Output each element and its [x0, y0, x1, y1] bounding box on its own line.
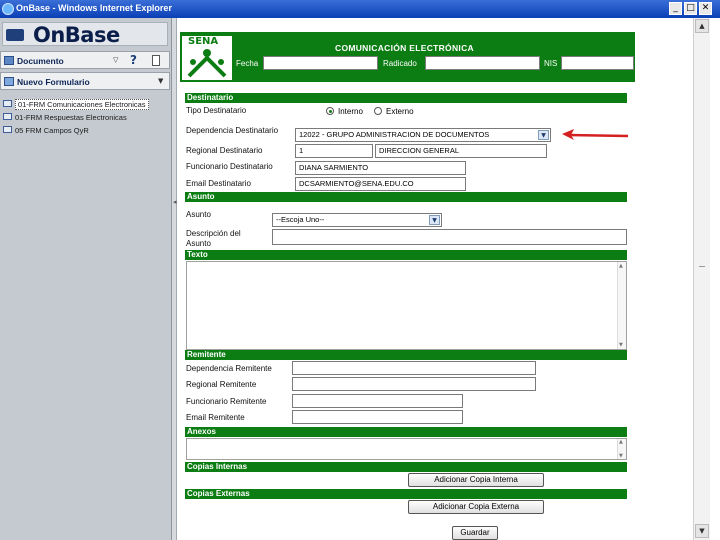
internet-explorer-icon	[2, 3, 14, 15]
electronic-communication-form: SENA COMUNICACIÓN ELECTRÓNICA Fecha Radi…	[180, 32, 635, 540]
chevron-down-icon[interactable]: ▼	[538, 130, 549, 140]
funcionario-remitente-label: Funcionario Remitente	[186, 397, 267, 406]
close-button[interactable]: ✕	[699, 2, 712, 15]
radio-interno-label: Interno	[338, 107, 363, 116]
chevron-down-icon[interactable]: ▽	[113, 56, 118, 64]
radio-externo[interactable]	[374, 107, 382, 115]
radicado-label: Radicado	[383, 59, 417, 68]
radio-interno[interactable]	[326, 107, 334, 115]
email-destinatario-field[interactable]: DCSARMIENTO@SENA.EDU.CO	[295, 177, 466, 191]
help-icon[interactable]: ?	[130, 53, 137, 67]
asunto-label: Asunto	[186, 210, 211, 219]
texto-scrollbar[interactable]: ▲ ▼	[617, 262, 626, 349]
add-internal-copy-button[interactable]: Adicionar Copia Interna	[408, 473, 544, 487]
anexos-scrollbar[interactable]: ▲ ▼	[617, 439, 626, 459]
radio-externo-label: Externo	[386, 107, 414, 116]
anexos-area[interactable]: ▲ ▼	[186, 438, 627, 460]
descripcion-asunto-label-line1: Descripción del	[186, 229, 241, 238]
window-titlebar: OnBase - Windows Internet Explorer _ □ ✕	[0, 0, 720, 18]
annotation-arrow-icon	[562, 129, 629, 140]
sena-emblem-icon	[187, 49, 227, 78]
save-button[interactable]: Guardar	[452, 526, 498, 540]
document-dropdown[interactable]: Documento ▽ ?	[0, 51, 170, 69]
maximize-button[interactable]: □	[684, 2, 697, 15]
list-item-label: 01-FRM Comunicaciones Electronicas	[15, 99, 149, 110]
email-destinatario-label: Email Destinatario	[186, 179, 251, 188]
scroll-down-icon[interactable]: ▼	[695, 524, 709, 538]
regional-destinatario-label: Regional Destinatario	[186, 146, 263, 155]
nis-label: NIS	[544, 59, 558, 68]
document-icon	[4, 56, 14, 65]
chevron-down-icon[interactable]: ▼	[429, 215, 440, 225]
minimize-button[interactable]: _	[669, 2, 682, 15]
section-copias-internas: Copias Internas	[185, 462, 627, 472]
scroll-thumb-grip[interactable]	[699, 266, 705, 267]
form-icon	[3, 113, 12, 120]
nis-field[interactable]	[561, 56, 634, 70]
descripcion-asunto-label-line2: Asunto	[186, 239, 211, 248]
regional-destinatario-name-field[interactable]: DIRECCION GENERAL	[375, 144, 547, 158]
page-scrollbar[interactable]: ▲ ▼	[693, 18, 710, 540]
dependencia-remitente-field[interactable]	[292, 361, 536, 375]
funcionario-remitente-field[interactable]	[292, 394, 463, 408]
onbase-logo-text: OnBase	[33, 23, 120, 47]
dependencia-destinatario-value: 12022 - GRUPO ADMINISTRACION DE DOCUMENT…	[299, 130, 490, 139]
asunto-select[interactable]: --Escoja Uno-- ▼	[272, 213, 442, 227]
section-copias-externas: Copias Externas	[185, 489, 627, 499]
chevron-down-icon[interactable]: ▼	[158, 77, 163, 85]
list-item[interactable]: 05 FRM Campos QyR	[2, 124, 168, 137]
add-external-copy-button[interactable]: Adicionar Copia Externa	[408, 500, 544, 514]
radicado-field[interactable]	[425, 56, 540, 70]
email-remitente-field[interactable]	[292, 410, 463, 424]
section-remitente: Remitente	[185, 350, 627, 360]
document-dropdown-label: Documento	[17, 56, 64, 66]
funcionario-destinatario-field[interactable]: DIANA SARMIENTO	[295, 161, 466, 175]
fecha-label: Fecha	[236, 59, 259, 68]
left-pane: OnBase Documento ▽ ? Nuevo Formulario ▼ …	[0, 18, 172, 540]
onbase-logo-mark-icon	[6, 29, 24, 41]
form-title: COMUNICACIÓN ELECTRÓNICA	[335, 43, 474, 53]
form-icon	[4, 77, 14, 86]
form-icon	[3, 100, 12, 107]
section-texto: Texto	[185, 250, 627, 260]
descripcion-asunto-field[interactable]	[272, 229, 627, 245]
section-destinatario: Destinatario	[185, 93, 627, 103]
collapse-arrow-icon[interactable]: ◂	[173, 198, 177, 206]
fecha-field[interactable]	[263, 56, 378, 70]
dependencia-remitente-label: Dependencia Remitente	[186, 364, 272, 373]
dependencia-destinatario-label: Dependencia Destinatario	[186, 126, 279, 135]
window-right-edge	[711, 18, 720, 540]
section-asunto: Asunto	[185, 192, 627, 202]
list-item[interactable]: 01-FRM Comunicaciones Electronicas	[2, 98, 168, 111]
tipo-destinatario-label: Tipo Destinatario	[186, 106, 247, 115]
regional-remitente-field[interactable]	[292, 377, 536, 391]
dependencia-destinatario-select[interactable]: 12022 - GRUPO ADMINISTRACION DE DOCUMENT…	[295, 128, 551, 142]
onbase-logo: OnBase	[2, 22, 168, 47]
list-item-label: 01-FRM Respuestas Electronicas	[15, 113, 127, 122]
sena-logo: SENA	[182, 36, 232, 80]
list-item-label: 05 FRM Campos QyR	[15, 126, 89, 135]
section-anexos: Anexos	[185, 427, 627, 437]
form-list: 01-FRM Comunicaciones Electronicas 01-FR…	[2, 98, 168, 137]
form-header: SENA COMUNICACIÓN ELECTRÓNICA Fecha Radi…	[180, 32, 635, 82]
regional-remitente-label: Regional Remitente	[186, 380, 257, 389]
window-title: OnBase - Windows Internet Explorer	[16, 3, 172, 13]
funcionario-destinatario-label: Funcionario Destinatario	[186, 162, 273, 171]
list-item[interactable]: 01-FRM Respuestas Electronicas	[2, 111, 168, 124]
texto-textarea[interactable]: ▲ ▼	[186, 261, 627, 350]
form-icon	[3, 126, 12, 133]
document-page-icon[interactable]	[152, 55, 160, 66]
scroll-up-icon[interactable]: ▲	[695, 19, 709, 33]
pane-splitter[interactable]: ◂	[172, 18, 177, 540]
sena-logo-text: SENA	[188, 36, 219, 47]
new-form-dropdown[interactable]: Nuevo Formulario ▼	[0, 72, 170, 90]
regional-destinatario-code-field[interactable]: 1	[295, 144, 373, 158]
new-form-dropdown-label: Nuevo Formulario	[17, 77, 90, 87]
email-remitente-label: Email Remitente	[186, 413, 245, 422]
asunto-select-value: --Escoja Uno--	[276, 215, 325, 224]
